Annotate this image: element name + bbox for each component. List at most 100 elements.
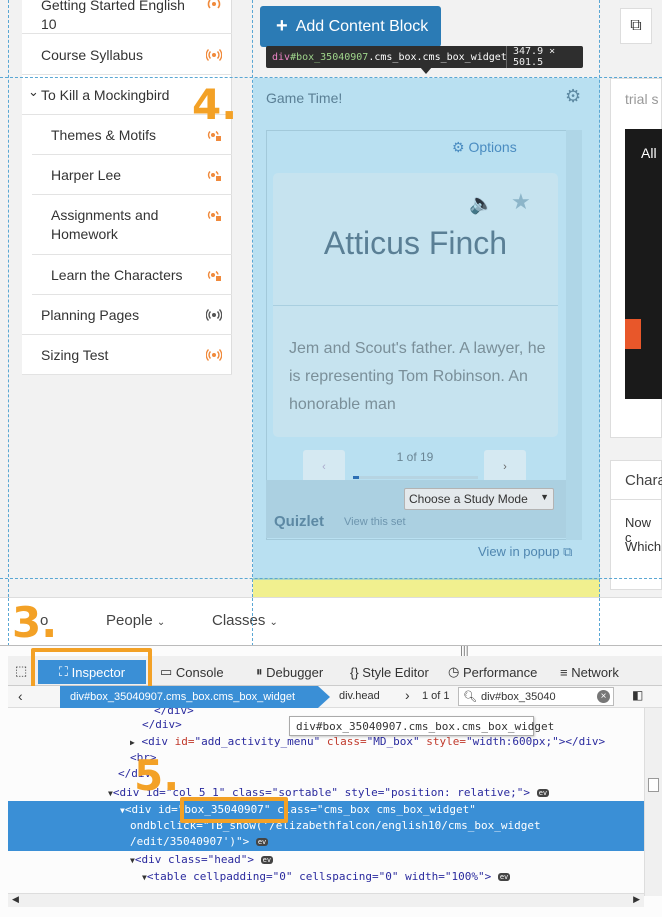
flashcard[interactable]: 🔈 ★ Atticus Finch Jem and Scout's father…: [273, 173, 558, 437]
guide-line: [252, 0, 253, 597]
element-dimension-tooltip: div #box_35040907 .cms_box.cms_box_widget …: [266, 46, 583, 68]
tab-console[interactable]: ▭ Console: [160, 660, 224, 684]
markup-line[interactable]: </div>: [118, 767, 644, 783]
progress-track: [353, 476, 478, 479]
sidebar-item-planning-pages[interactable]: Planning Pages: [22, 295, 232, 335]
markup-text: "add_activity_menu": [194, 735, 321, 748]
markup-text: </div>: [142, 718, 182, 731]
breadcrumb-item[interactable]: div.head: [339, 690, 380, 702]
video-thumbnail[interactable]: All: [625, 129, 662, 399]
markup-text: "width:600px;": [466, 735, 559, 748]
broadcast-icon: [206, 349, 222, 361]
breadcrumb-item-selected[interactable]: div#box_35040907.cms_box.cms_box_widget: [60, 686, 330, 708]
tab-label: Network: [571, 664, 619, 680]
event-badge[interactable]: ev: [497, 873, 511, 881]
chevron-down-icon: ▼: [540, 492, 549, 502]
prev-card-button[interactable]: ‹: [303, 450, 345, 484]
performance-icon: ◷: [448, 664, 463, 679]
markup-line[interactable]: ▼<div class="head"> ev: [130, 853, 644, 869]
guide-line: [0, 578, 662, 579]
study-mode-value: Choose a Study Mode: [409, 492, 528, 506]
horizontal-scrollbar[interactable]: ◀ ▶: [8, 893, 644, 907]
options-link[interactable]: ⚙ Options: [452, 139, 517, 156]
markup-scrollbar[interactable]: [644, 708, 662, 896]
flashcard-definition: Jem and Scout's father. A lawyer, he is …: [289, 340, 546, 413]
nav-people[interactable]: People ⌄: [106, 612, 165, 629]
tab-label: Debugger: [266, 664, 324, 680]
markup-text: style=: [419, 735, 466, 748]
right-panel-bottom: Chara Now c Which: [610, 460, 662, 590]
sidebar-item-label: Assignments and Homework: [51, 207, 159, 242]
annotation-box-inspector: [31, 648, 152, 690]
nav-classes[interactable]: Classes ⌄: [212, 612, 278, 629]
popout-icon[interactable]: ⧉: [620, 8, 652, 44]
sidebar-item-learn-characters[interactable]: Learn the Characters: [32, 255, 232, 295]
markup-text: ></div>: [558, 735, 606, 748]
tab-network[interactable]: ≡ Network: [560, 660, 619, 684]
sidebar-item-harper-lee[interactable]: Harper Lee: [32, 155, 232, 195]
video-thumbnail-text: All: [641, 145, 657, 161]
next-card-button[interactable]: ›: [484, 450, 526, 484]
sidebar-item-label: Harper Lee: [51, 166, 122, 183]
broadcast-lock-icon: [207, 270, 221, 281]
event-badge[interactable]: ev: [260, 856, 274, 864]
inspector-search-field[interactable]: 🔍︎ div#box_35040 ×: [458, 687, 614, 706]
markup-text: "MD_box": [366, 735, 420, 748]
tab-label: Console: [175, 664, 224, 680]
breadcrumb-next-icon[interactable]: ›: [405, 687, 410, 703]
broadcast-lock-icon: [207, 210, 221, 221]
star-icon[interactable]: ★: [511, 189, 531, 215]
annotation-step-3: 3.: [12, 598, 58, 647]
view-set-link[interactable]: View this set: [344, 516, 406, 528]
tab-style-editor[interactable]: {} Style Editor: [350, 660, 429, 684]
flashcard-term: Atticus Finch: [323, 225, 508, 261]
tooltip-arrow: [420, 67, 432, 74]
pick-element-icon[interactable]: ⬚: [15, 663, 27, 679]
markup-text: id=: [174, 735, 195, 748]
nav-classes-label: Classes: [212, 612, 266, 629]
sidebar-item-sizing-test[interactable]: Sizing Test: [22, 335, 232, 375]
breadcrumb-back-icon[interactable]: ‹: [18, 688, 23, 704]
broadcast-icon: [206, 49, 222, 61]
guide-line: [8, 0, 9, 597]
network-icon: ≡: [560, 664, 572, 680]
add-content-block-button[interactable]: + Add Content Block: [260, 6, 441, 47]
markup-line[interactable]: ▼<table cellpadding="0" cellspacing="0" …: [142, 870, 644, 886]
right-panel-heading: Chara: [625, 472, 662, 489]
tab-debugger[interactable]: ⏸ Debugger: [256, 660, 323, 684]
search-icon: 🔍︎: [463, 691, 477, 703]
page-area: Getting Started English 10 Course Syllab…: [0, 0, 662, 597]
debugger-icon: ⏸: [256, 664, 267, 679]
external-link-icon: ⧉: [563, 544, 573, 559]
bottom-nav: o People ⌄ Classes ⌄: [0, 597, 662, 646]
annotation-step-5: 5.: [134, 751, 180, 800]
sidebar-item-getting-started[interactable]: Getting Started English 10: [22, 0, 232, 34]
gear-icon[interactable]: ⚙: [565, 86, 581, 107]
markup-line-selected[interactable]: /edit/35040907')"> ev: [130, 835, 644, 851]
tab-label: Style Editor: [362, 664, 429, 680]
view-in-popup-link[interactable]: View in popup ⧉: [478, 544, 572, 560]
tooltip-text: div#box_35040907.cms_box.cms_box_widget: [296, 719, 555, 733]
chevron-down-icon[interactable]: ⌄: [28, 84, 39, 100]
broadcast-icon: [206, 309, 222, 321]
sidebar-item-course-syllabus[interactable]: Course Syllabus: [22, 35, 232, 75]
sidebar-item-label: Course Syllabus: [41, 46, 143, 63]
study-mode-select[interactable]: Choose a Study Mode ▼: [404, 488, 554, 510]
toggle-sidebar-icon[interactable]: ◧: [632, 688, 643, 702]
markup-line[interactable]: <br>: [130, 751, 644, 767]
nav-people-label: People: [106, 612, 153, 629]
course-sidebar: Getting Started English 10 Course Syllab…: [22, 0, 232, 375]
gear-icon: ⚙: [452, 139, 465, 155]
event-badge[interactable]: ev: [255, 838, 269, 846]
broadcast-lock-icon: [207, 130, 221, 141]
search-value: div#box_35040: [480, 690, 556, 703]
options-label: Options: [468, 139, 517, 155]
clear-search-icon[interactable]: ×: [597, 690, 610, 703]
sidebar-item-assignments-homework[interactable]: Assignments and Homework: [32, 195, 232, 255]
chevron-down-icon: ⌄: [269, 617, 278, 628]
markup-line[interactable]: ▶ <div id="add_activity_menu" class="MD_…: [130, 735, 644, 751]
quizlet-logo[interactable]: Quizlet: [274, 513, 324, 530]
event-badge[interactable]: ev: [536, 789, 550, 797]
tab-performance[interactable]: ◷ Performance: [448, 660, 537, 684]
speaker-icon[interactable]: 🔈: [469, 191, 494, 216]
